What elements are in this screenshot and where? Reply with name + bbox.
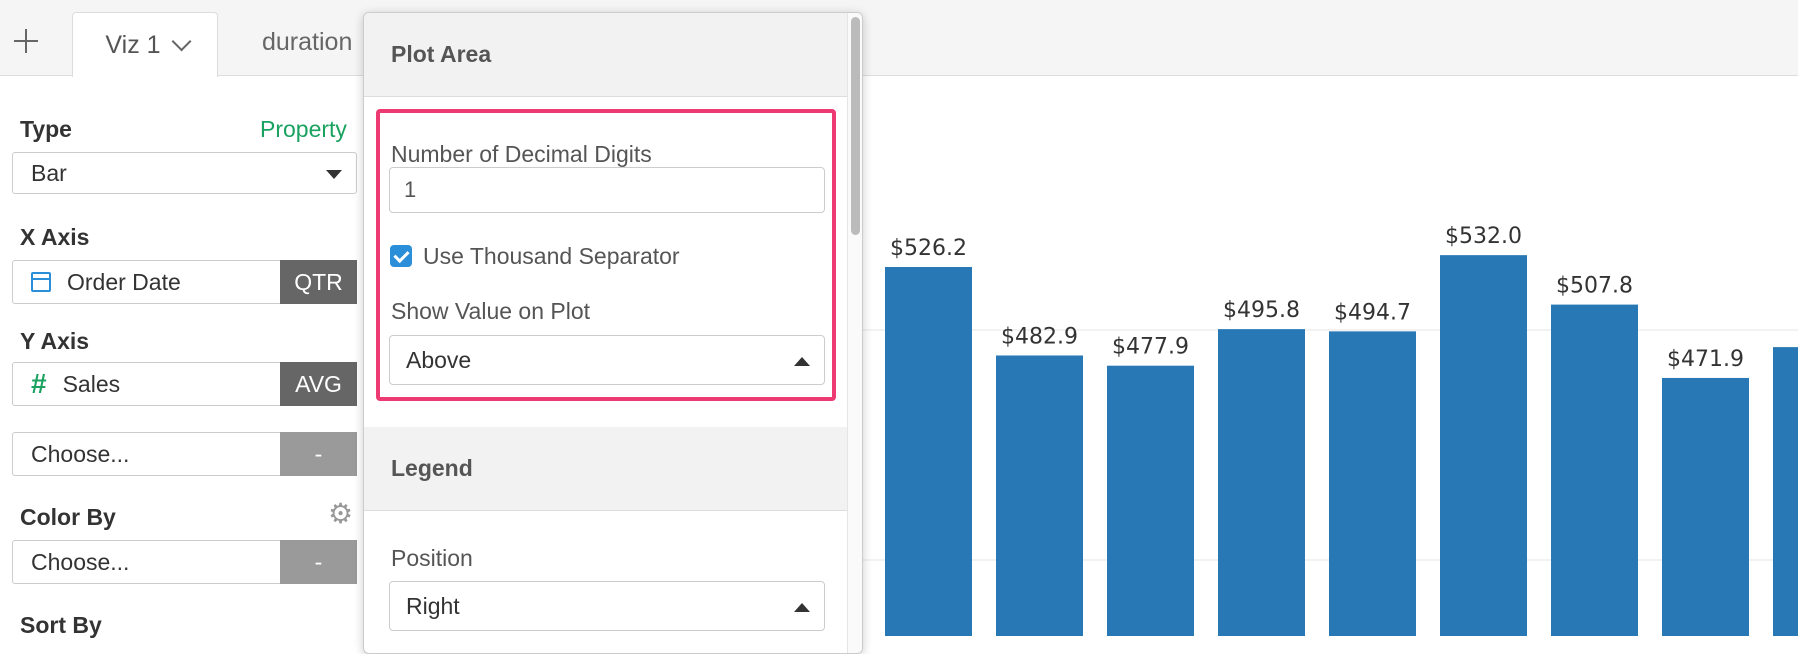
chevron-down-icon: [171, 31, 191, 52]
x-agg-button[interactable]: QTR: [280, 260, 357, 304]
y-agg-button[interactable]: AVG: [280, 362, 357, 406]
caret-down-icon: [326, 170, 342, 179]
highlight-box: [376, 109, 836, 401]
color-by-label: Color By: [20, 504, 116, 530]
bar-4[interactable]: [1218, 329, 1305, 636]
color-agg-button[interactable]: -: [280, 540, 357, 584]
bar-value-label: $495.8: [1223, 298, 1300, 323]
bar-value-label: $526.2: [890, 236, 967, 261]
type-label: Type: [20, 116, 72, 142]
tab-viz-1[interactable]: Viz 1: [72, 12, 218, 77]
property-popover: Plot Area Number of Decimal Digits 1 Use…: [363, 12, 863, 654]
extra-field-name: Choose...: [31, 440, 130, 467]
bar-value-label: $494.7: [1334, 300, 1411, 325]
bar-value-label: $532.0: [1445, 224, 1522, 249]
legend-header: Legend: [364, 427, 848, 511]
bar-9[interactable]: [1773, 347, 1798, 636]
bar-3[interactable]: [1107, 365, 1194, 636]
bar-1[interactable]: [885, 267, 972, 636]
bar-5[interactable]: [1329, 331, 1416, 636]
scrollbar[interactable]: [847, 13, 862, 653]
add-tab-plus-icon[interactable]: [12, 27, 40, 55]
property-link[interactable]: Property: [260, 116, 347, 143]
calendar-icon: [31, 272, 51, 292]
bar-value-label: $482.9: [1001, 324, 1078, 349]
sort-by-label: Sort By: [20, 612, 102, 638]
bar-7[interactable]: [1551, 304, 1638, 636]
hash-icon: #: [31, 368, 47, 399]
extra-agg-button[interactable]: -: [280, 432, 357, 476]
bar-8[interactable]: [1662, 377, 1749, 636]
bar-chart: $526.2 $482.9 $477.9 $495.8 $494.7 $532.0 $507…: [860, 224, 1798, 636]
bar-6[interactable]: [1440, 255, 1527, 636]
x-field-name: Order Date: [67, 268, 181, 295]
position-label: Position: [391, 545, 473, 571]
tab-label: Viz 1: [105, 30, 161, 59]
y-axis-field-main[interactable]: # Sales: [12, 362, 280, 406]
gear-icon[interactable]: ⚙: [328, 500, 356, 528]
x-axis-field-main[interactable]: Order Date: [12, 260, 280, 304]
plot-area-header: Plot Area: [364, 13, 848, 97]
y-axis-field[interactable]: # Sales AVG: [12, 362, 357, 406]
y-axis-label: Y Axis: [20, 328, 90, 354]
x-axis-field[interactable]: Order Date QTR: [12, 260, 357, 304]
caret-up-icon: [794, 603, 810, 612]
y-field-name: Sales: [62, 370, 121, 397]
tab-duration[interactable]: duration: [262, 28, 352, 57]
bar-2[interactable]: [996, 355, 1083, 636]
extra-field-main[interactable]: Choose...: [12, 432, 280, 476]
color-by-field[interactable]: Choose... -: [12, 540, 357, 584]
position-select[interactable]: Right: [389, 581, 825, 631]
type-select[interactable]: Bar: [12, 152, 357, 194]
color-field-main[interactable]: Choose...: [12, 540, 280, 584]
bar-value-label: $477.9: [1112, 335, 1189, 360]
scrollbar-thumb[interactable]: [851, 17, 860, 235]
x-axis-label: X Axis: [20, 224, 90, 250]
bar-value-label: $471.9: [1667, 347, 1744, 372]
color-field-name: Choose...: [31, 548, 130, 575]
bar-value-label: $507.8: [1556, 274, 1633, 299]
position-selected: Right: [406, 592, 460, 619]
type-select-value: Bar: [31, 159, 67, 186]
extra-field[interactable]: Choose... -: [12, 432, 357, 476]
